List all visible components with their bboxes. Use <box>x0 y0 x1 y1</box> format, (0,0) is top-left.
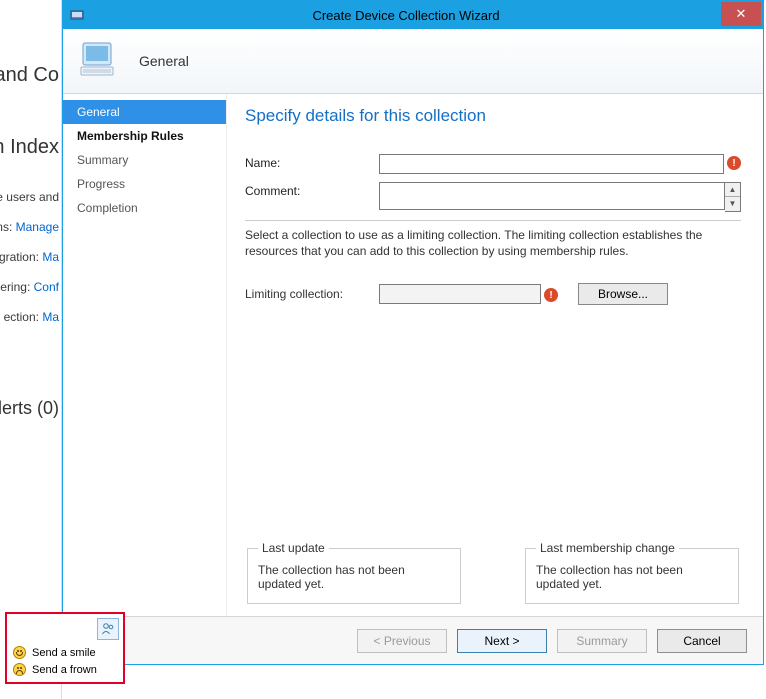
name-input[interactable] <box>379 154 724 174</box>
bg-row-ns: ns: Manage <box>0 220 59 234</box>
step-general[interactable]: General <box>63 100 226 124</box>
bg-row-ection: ection: Ma <box>4 310 59 324</box>
bg-row-users: e users and <box>0 190 59 204</box>
button-bar: < Previous Next > Summary Cancel <box>63 616 763 664</box>
step-summary[interactable]: Summary <box>63 148 226 172</box>
wizard-window: Create Device Collection Wizard ✕ Genera… <box>62 0 764 665</box>
comment-spin-down[interactable]: ▼ <box>725 197 740 211</box>
bg-row-ering: ering: Conf <box>0 280 59 294</box>
last-update-group: Last update The collection has not been … <box>247 541 461 604</box>
frown-icon <box>13 663 26 676</box>
cancel-button[interactable]: Cancel <box>657 629 747 653</box>
name-label: Name: <box>245 154 379 170</box>
last-update-legend: Last update <box>258 541 329 555</box>
bg-alerts: lerts (0) <box>0 398 59 419</box>
last-membership-text: The collection has not been updated yet. <box>536 563 728 591</box>
bg-link-ma2[interactable]: Ma <box>42 310 59 324</box>
close-button[interactable]: ✕ <box>721 2 761 26</box>
sysmenu-icon[interactable] <box>69 7 85 23</box>
limiting-label: Limiting collection: <box>245 287 379 301</box>
error-icon-limiting: ! <box>544 288 558 302</box>
last-membership-legend: Last membership change <box>536 541 679 555</box>
comment-label: Comment: <box>245 182 379 198</box>
bg-link-ma[interactable]: Ma <box>42 250 59 264</box>
previous-button: < Previous <box>357 629 447 653</box>
step-membership[interactable]: Membership Rules <box>63 124 226 148</box>
comment-spinner: ▲ ▼ <box>725 182 741 212</box>
error-icon: ! <box>727 156 741 170</box>
comment-input[interactable] <box>379 182 725 210</box>
banner: General <box>63 29 763 94</box>
background-window: and Co n Index e users and ns: Manage gr… <box>0 0 62 699</box>
steps-list: General Membership Rules Summary Progres… <box>63 94 227 616</box>
bg-row-gration: gration: Ma <box>0 250 59 264</box>
last-update-text: The collection has not been updated yet. <box>258 563 450 591</box>
page-heading: Specify details for this collection <box>245 106 741 126</box>
last-membership-group: Last membership change The collection ha… <box>525 541 739 604</box>
summary-button: Summary <box>557 629 647 653</box>
content-pane: Specify details for this collection Name… <box>227 94 763 616</box>
bg-title-2: n Index <box>0 136 59 159</box>
bg-title-1: and Co <box>0 64 59 87</box>
step-completion[interactable]: Completion <box>63 196 226 220</box>
titlebar[interactable]: Create Device Collection Wizard ✕ <box>63 1 763 29</box>
send-frown-label: Send a frown <box>32 664 97 676</box>
computer-icon <box>77 39 121 83</box>
window-title: Create Device Collection Wizard <box>91 8 721 23</box>
feedback-callout: Send a smile Send a frown <box>5 612 125 684</box>
smile-icon <box>13 646 26 659</box>
comment-spin-up[interactable]: ▲ <box>725 183 740 197</box>
bg-link-conf[interactable]: Conf <box>34 280 59 294</box>
send-smile-label: Send a smile <box>32 647 96 659</box>
send-frown[interactable]: Send a frown <box>7 661 123 678</box>
browse-button[interactable]: Browse... <box>578 283 668 305</box>
help-text: Select a collection to use as a limiting… <box>245 220 741 259</box>
limiting-input[interactable] <box>379 284 541 304</box>
banner-title: General <box>139 53 189 69</box>
next-button[interactable]: Next > <box>457 629 547 653</box>
bg-link-manage[interactable]: Manage <box>16 220 59 234</box>
send-smile[interactable]: Send a smile <box>7 644 123 661</box>
step-progress[interactable]: Progress <box>63 172 226 196</box>
feedback-icon[interactable] <box>97 618 119 640</box>
